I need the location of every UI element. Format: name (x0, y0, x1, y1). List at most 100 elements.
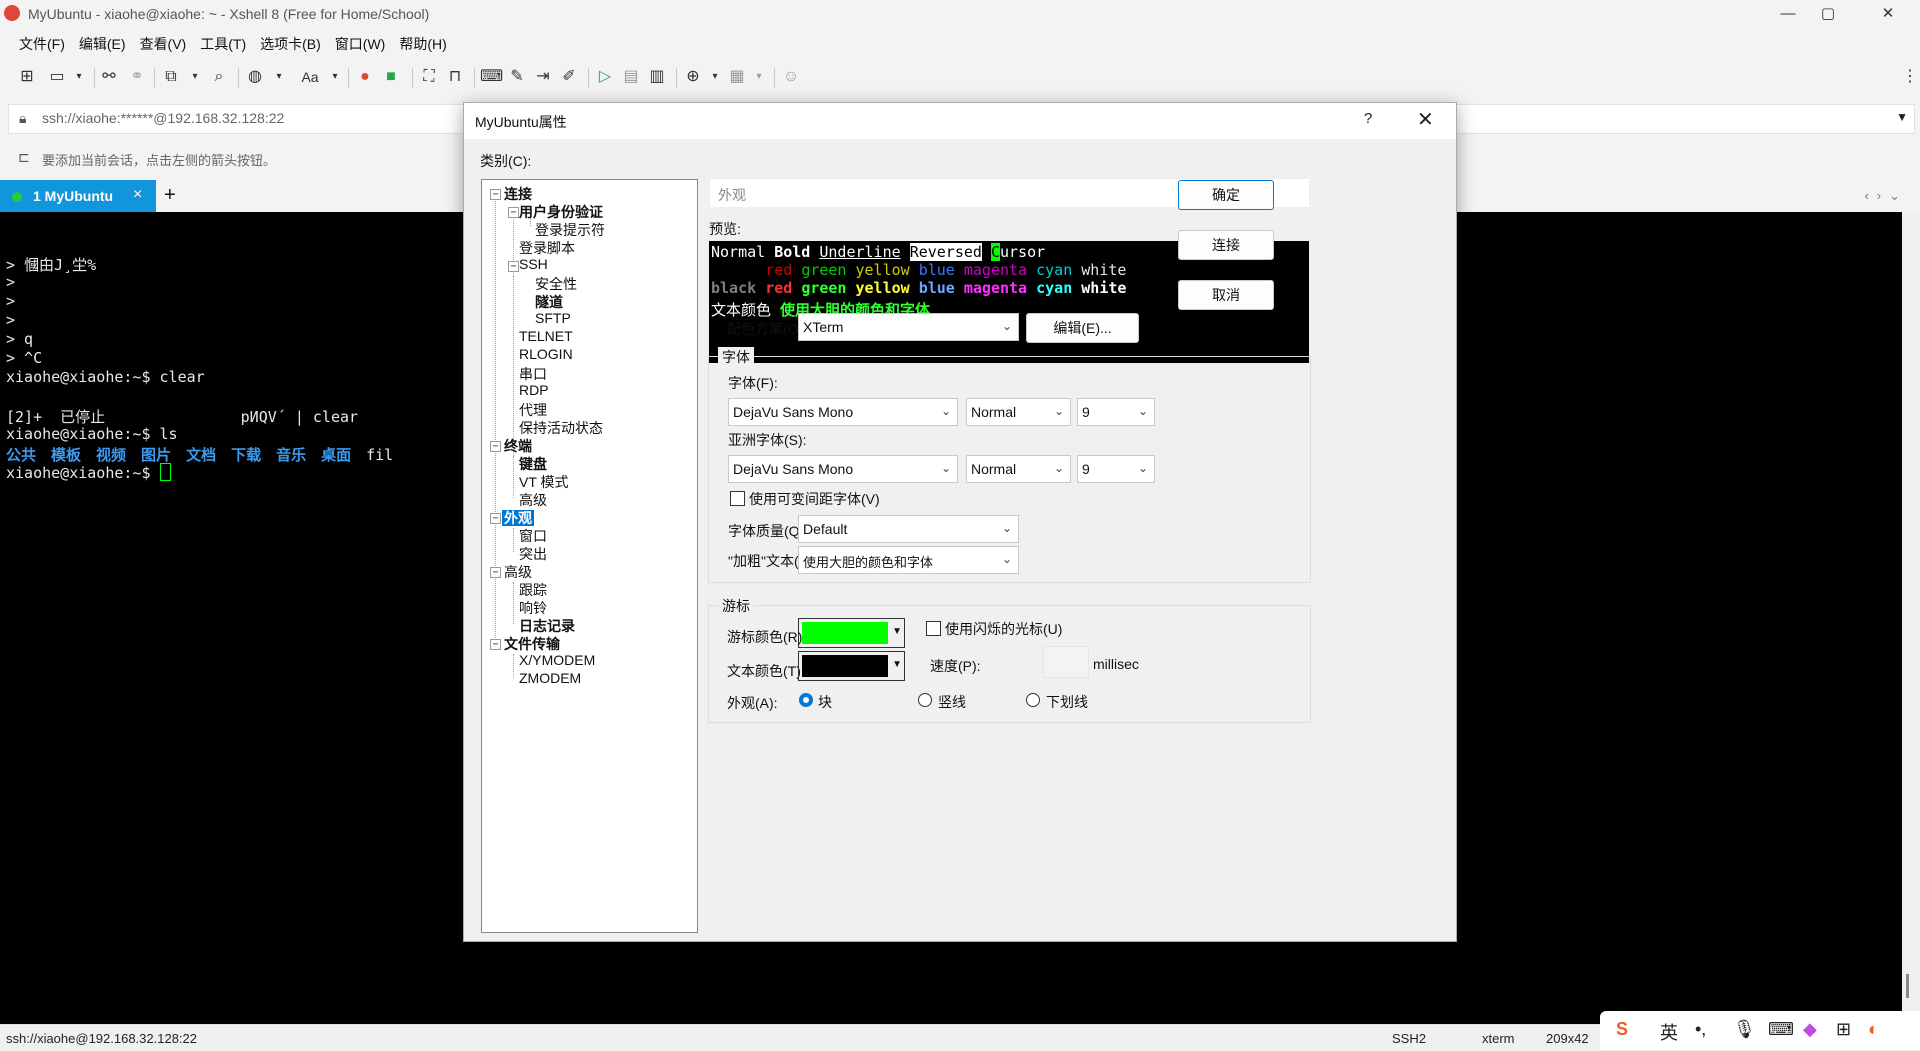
cursor-color-picker[interactable]: ▼ (798, 618, 905, 648)
menu-tools[interactable]: 工具(T) (193, 32, 253, 56)
close-icon[interactable]: × (133, 186, 142, 204)
cancel-button[interactable]: 取消 (1178, 280, 1274, 310)
blink-cursor-checkbox[interactable] (926, 621, 941, 636)
collapse-icon[interactable]: − (490, 513, 501, 524)
collapse-icon[interactable]: − (490, 567, 501, 578)
tree-vt-mode[interactable]: VT 模式 (519, 472, 569, 492)
tree-sftp[interactable]: SFTP (535, 310, 571, 326)
menu-help[interactable]: 帮助(H) (392, 32, 453, 56)
run-icon[interactable]: ▷ (594, 66, 616, 88)
chevron-down-icon[interactable]: ▼ (1896, 110, 1908, 124)
layout-dropdown-icon[interactable]: ▾ (748, 66, 770, 88)
menu-tabs[interactable]: 选项卡(B) (253, 32, 328, 56)
variable-width-checkbox[interactable] (730, 491, 745, 506)
terminal-scrollbar[interactable] (1902, 212, 1920, 1024)
collapse-icon[interactable]: − (490, 639, 501, 650)
tree-bell[interactable]: 响铃 (519, 598, 547, 618)
chat-icon[interactable]: ☺ (780, 66, 802, 88)
collapse-icon[interactable]: − (490, 189, 501, 200)
collapse-icon[interactable]: − (508, 261, 519, 272)
asian-size-select[interactable]: 9⌄ (1077, 455, 1155, 483)
tree-advanced[interactable]: 高级 (504, 562, 532, 582)
tree-window[interactable]: 窗口 (519, 526, 547, 546)
menu-edit[interactable]: 编辑(E) (72, 32, 133, 56)
tree-tunnel[interactable]: 隧道 (535, 292, 563, 312)
xftp-icon[interactable]: ■ (380, 66, 402, 88)
tree-keepalive[interactable]: 保持活动状态 (519, 418, 603, 438)
maximize-button[interactable]: ▢ (1800, 0, 1856, 28)
script-icon[interactable]: ✐ (558, 66, 580, 88)
mascot-icon[interactable]: ◐ (1868, 1019, 1879, 1040)
tree-connection[interactable]: 连接 (504, 184, 532, 204)
tree-logging[interactable]: 日志记录 (519, 616, 575, 636)
font-icon[interactable]: Aa (296, 66, 324, 88)
xshell-icon[interactable]: ● (354, 66, 376, 88)
tree-rdp[interactable]: RDP (519, 382, 549, 398)
menu-window[interactable]: 窗口(W) (328, 32, 393, 56)
skin-icon[interactable]: ◆ (1803, 1019, 1817, 1040)
font-weight-select[interactable]: Normal⌄ (966, 398, 1071, 426)
add-tab-button[interactable]: + (164, 184, 176, 207)
tree-terminal[interactable]: 终端 (504, 436, 532, 456)
color-scheme-select[interactable]: XTerm⌄ (798, 313, 1019, 341)
toolbox-icon[interactable]: ⊞ (1836, 1019, 1851, 1040)
edit-scheme-button[interactable]: 编辑(E)... (1026, 313, 1139, 343)
open-folder-icon[interactable]: ▭ (46, 66, 68, 88)
category-tree[interactable]: − 连接 − 用户身份验证 登录提示符 登录脚本 − SSH 安全性 隧道 SF… (481, 179, 698, 933)
transfer-icon[interactable]: ⇥ (532, 66, 554, 88)
font-dropdown-icon[interactable]: ▾ (324, 66, 346, 88)
tree-appearance[interactable]: 外观 (502, 508, 534, 528)
disconnect-icon[interactable]: ⚭ (126, 66, 148, 88)
asian-weight-select[interactable]: Normal⌄ (966, 455, 1071, 483)
add-tab-dropdown-icon[interactable]: ▾ (704, 66, 726, 88)
fullscreen-icon[interactable]: ⛶ (418, 66, 440, 88)
tree-keyboard[interactable]: 键盘 (519, 454, 547, 474)
keyboard-icon[interactable]: ⌨ (1768, 1019, 1794, 1040)
shape-block-radio[interactable] (799, 693, 813, 707)
ok-button[interactable]: 确定 (1178, 180, 1274, 210)
tab-myubuntu[interactable]: 1 MyUbuntu × (0, 180, 156, 212)
tree-ssh[interactable]: SSH (519, 256, 548, 272)
compose-icon[interactable]: ✎ (506, 66, 528, 88)
tree-login-prompts[interactable]: 登录提示符 (535, 220, 605, 240)
font-select[interactable]: DejaVu Sans Mono⌄ (728, 398, 958, 426)
ime-punct[interactable]: •, (1695, 1019, 1706, 1040)
layout-icon[interactable]: ▦ (726, 66, 748, 88)
menu-file[interactable]: 文件(F) (0, 32, 72, 56)
shape-vline-radio[interactable] (918, 693, 932, 707)
tree-proxy[interactable]: 代理 (519, 400, 547, 420)
ime-mode[interactable]: 英 (1660, 1019, 1678, 1045)
globe-icon[interactable]: ◍ (244, 66, 266, 88)
text-color-picker[interactable]: ▼ (798, 651, 905, 681)
tree-xymodem[interactable]: X/YMODEM (519, 652, 595, 668)
tree-security[interactable]: 安全性 (535, 274, 577, 294)
microphone-icon[interactable]: 🎙︎ (1733, 1019, 1756, 1040)
open-dropdown-icon[interactable]: ▾ (68, 66, 90, 88)
lock-icon[interactable]: ⊓ (444, 66, 466, 88)
bold-text-select[interactable]: 使用大胆的颜色和字体⌄ (798, 546, 1019, 574)
scrollbar-thumb[interactable] (1906, 974, 1909, 998)
keyboard-icon[interactable]: ⌨ (480, 66, 502, 88)
font-quality-select[interactable]: Default⌄ (798, 515, 1019, 543)
notes-icon[interactable]: ▥ (646, 66, 668, 88)
address-input[interactable]: ssh://xiaohe:******@192.168.32.128:22 (42, 110, 284, 126)
globe-dropdown-icon[interactable]: ▾ (268, 66, 290, 88)
tree-zmodem[interactable]: ZMODEM (519, 670, 581, 686)
tree-file-transfer[interactable]: 文件传输 (504, 634, 560, 654)
sogou-logo-icon[interactable]: S (1616, 1019, 1628, 1040)
tree-telnet[interactable]: TELNET (519, 328, 573, 344)
reconnect-icon[interactable]: ⚯ (98, 66, 120, 88)
add-tab-icon[interactable]: ⊕ (682, 66, 704, 88)
collapse-icon[interactable]: − (508, 207, 519, 218)
tree-terminal-advanced[interactable]: 高级 (519, 490, 547, 510)
shape-underline-radio[interactable] (1026, 693, 1040, 707)
tree-serial[interactable]: 串口 (519, 364, 547, 384)
log-icon[interactable]: ▤ (620, 66, 642, 88)
collapse-icon[interactable]: − (490, 441, 501, 452)
tree-auth[interactable]: 用户身份验证 (519, 202, 603, 222)
speed-input[interactable] (1043, 646, 1089, 678)
add-session-arrow-icon[interactable]: ⊏ (18, 149, 30, 166)
new-session-icon[interactable]: ⊞ (16, 66, 38, 88)
more-icon[interactable]: ⋮ (1902, 66, 1914, 88)
asian-font-select[interactable]: DejaVu Sans Mono⌄ (728, 455, 958, 483)
